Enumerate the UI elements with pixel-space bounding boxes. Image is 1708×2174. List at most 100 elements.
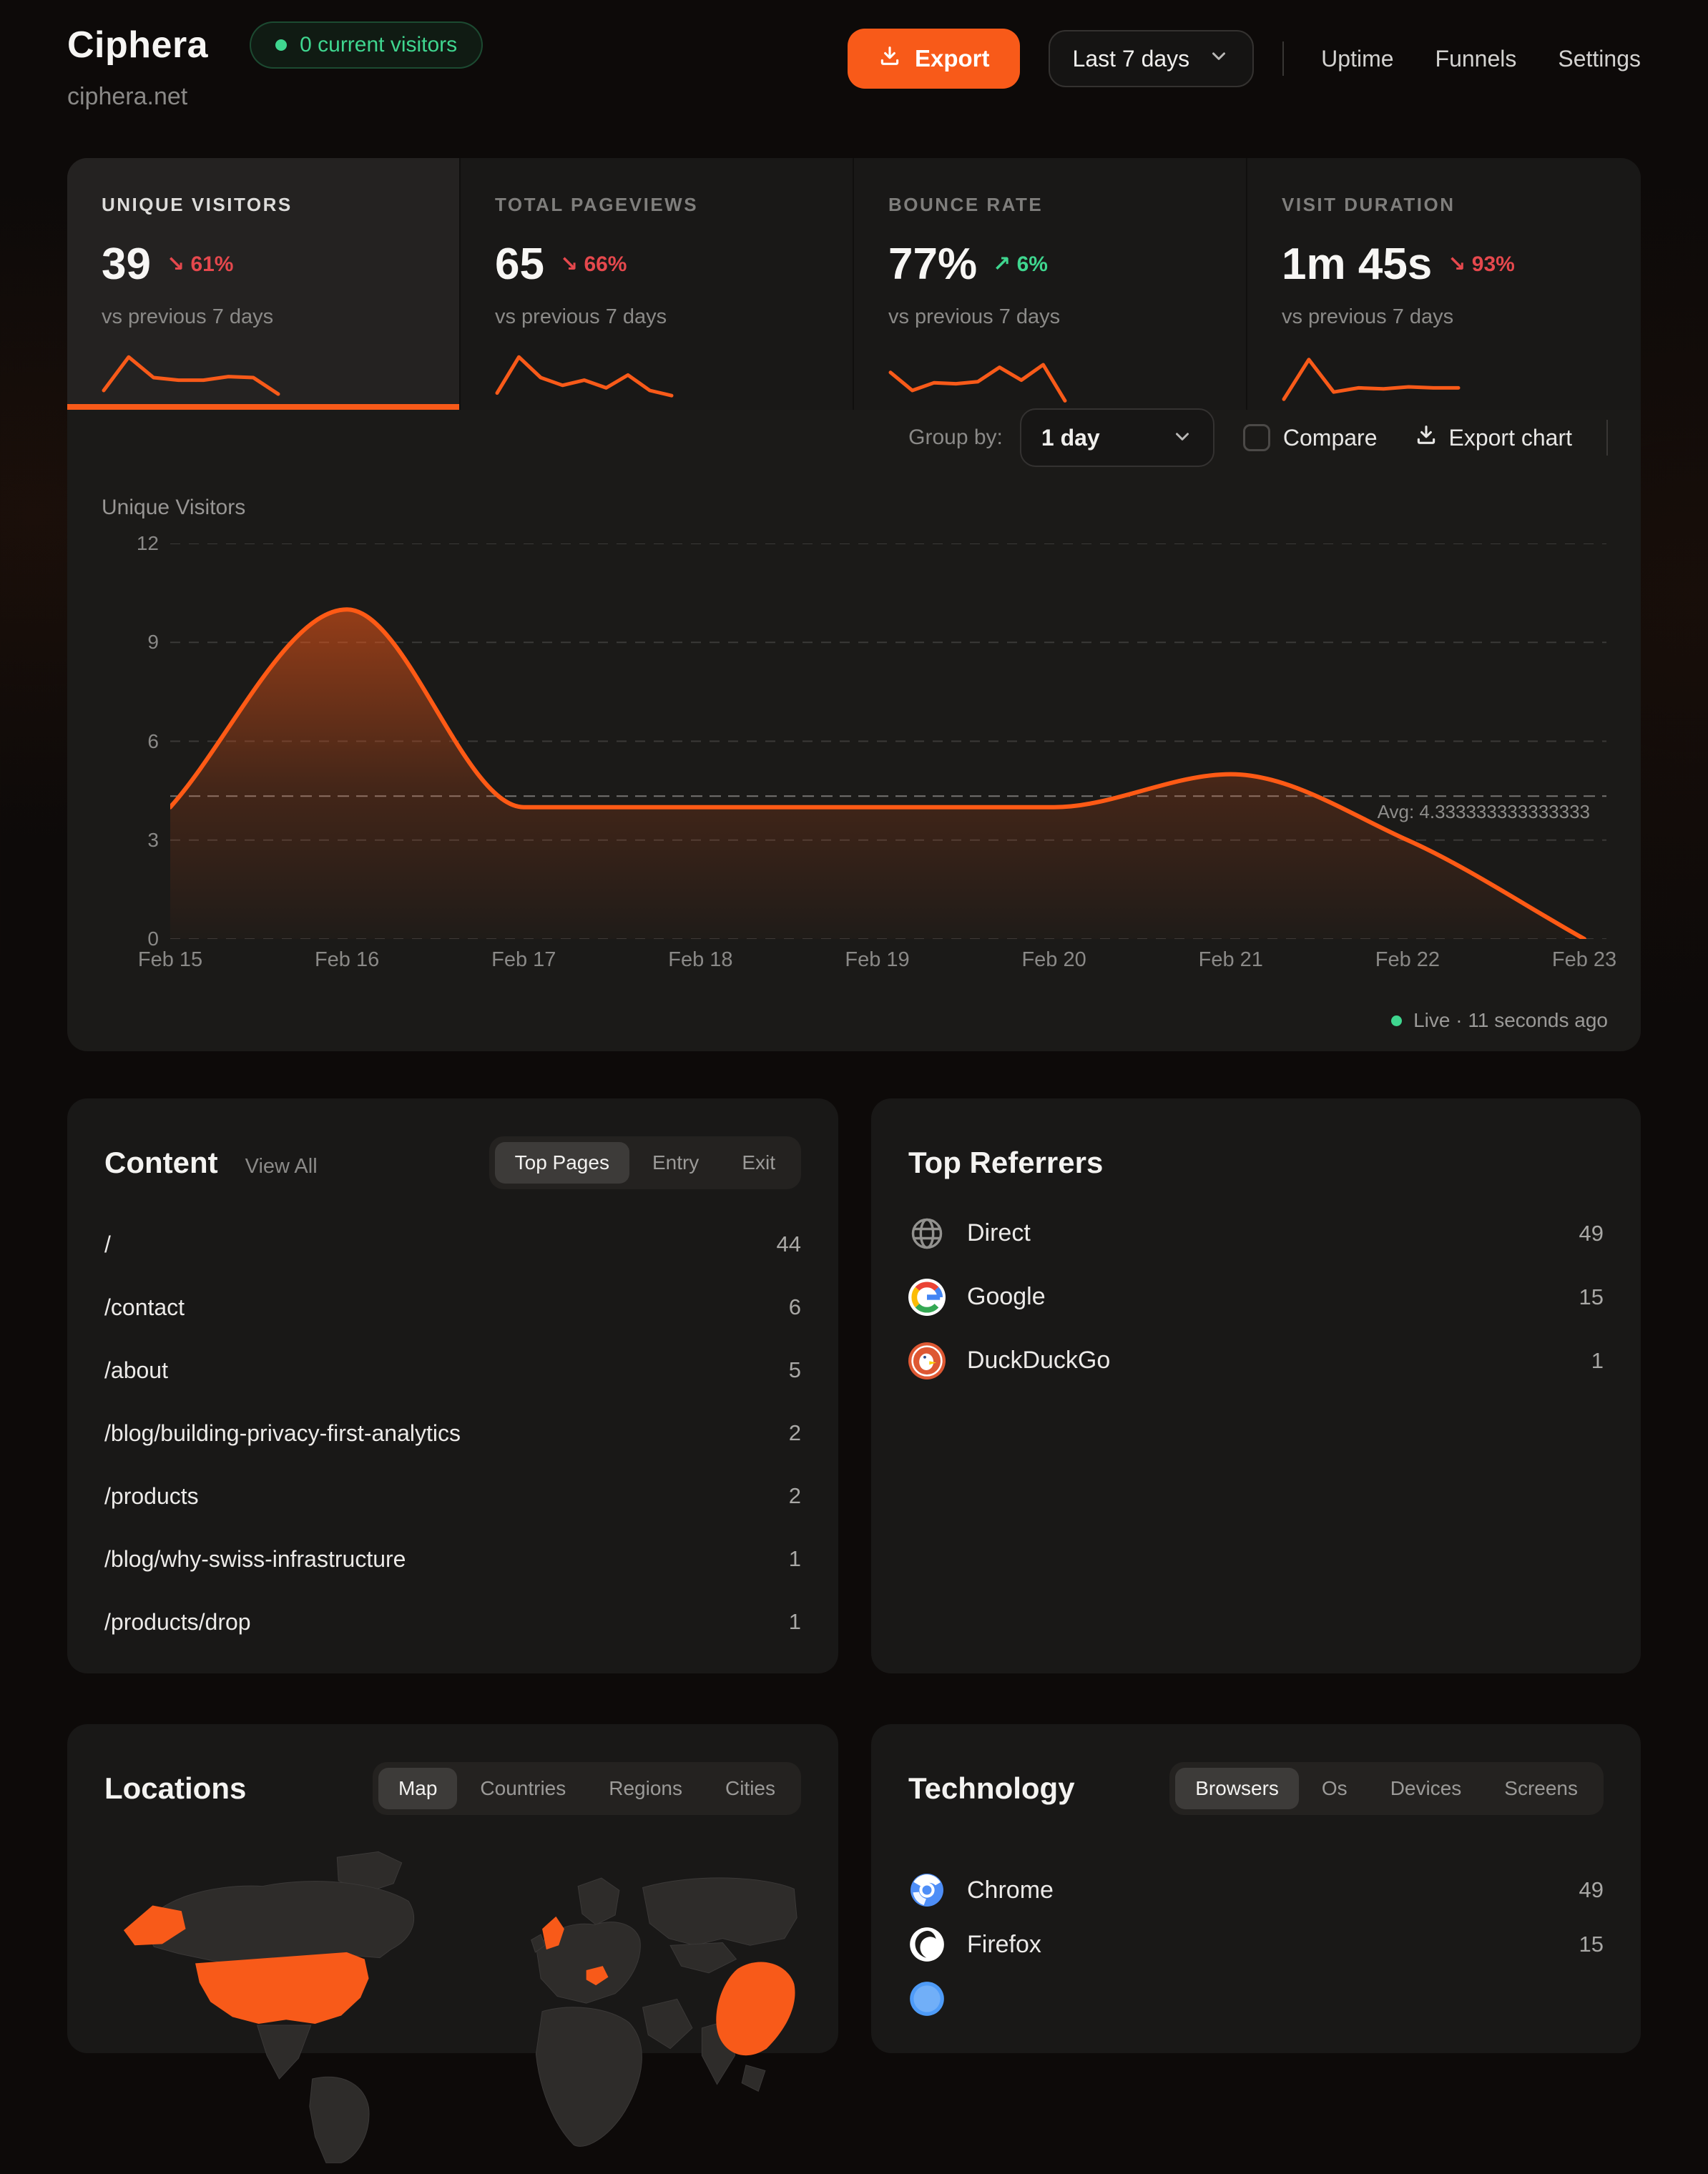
- download-icon: [878, 44, 902, 74]
- table-row[interactable]: /blog/building-privacy-first-analytics2: [104, 1402, 801, 1465]
- row-label: Firefox: [967, 1931, 1041, 1959]
- chrome-icon: [908, 1871, 946, 1909]
- date-range-select[interactable]: Last 7 days: [1049, 30, 1255, 87]
- tab-screens[interactable]: Screens: [1484, 1768, 1598, 1809]
- x-tick-label: Feb 17: [491, 948, 556, 972]
- firefox-icon: [908, 1926, 946, 1963]
- map-russia: [643, 1878, 797, 1945]
- browser-row[interactable]: Firefox15: [908, 1917, 1604, 1972]
- referrer-row[interactable]: DuckDuckGo 1: [908, 1329, 1604, 1392]
- chart-controls: Group by: 1 day Compare Export chart: [908, 408, 1608, 468]
- table-row[interactable]: /blog/why-swiss-infrastructure1: [104, 1528, 801, 1590]
- header-divider: [1282, 41, 1284, 76]
- referrer-rows: Direct49 Google 15 DuckDuckGo 1: [908, 1201, 1604, 1392]
- page-count: 1: [789, 1546, 801, 1572]
- referrer-row[interactable]: Google 15: [908, 1265, 1604, 1329]
- page-count: 6: [789, 1294, 801, 1320]
- top-nav: Uptime Funnels Settings: [1321, 46, 1641, 72]
- tab-exit[interactable]: Exit: [722, 1142, 795, 1184]
- stat-label: BOUNCE RATE: [888, 194, 1224, 216]
- controls-divider: [1606, 420, 1608, 456]
- view-all-link[interactable]: View All: [245, 1155, 318, 1179]
- browser-row[interactable]: [908, 1972, 1604, 2026]
- tab-os[interactable]: Os: [1302, 1768, 1368, 1809]
- locations-tabs: MapCountriesRegionsCities: [373, 1762, 801, 1815]
- table-row[interactable]: /about5: [104, 1339, 801, 1402]
- y-tick-label: 12: [82, 531, 159, 556]
- current-visitors-badge[interactable]: 0 current visitors: [250, 21, 483, 69]
- content-panel: Content View All Top PagesEntryExit /44/…: [67, 1098, 838, 1673]
- row-count: 15: [1579, 1284, 1604, 1310]
- page-count: 44: [777, 1231, 801, 1257]
- nav-link-settings[interactable]: Settings: [1558, 46, 1641, 72]
- tab-entry[interactable]: Entry: [632, 1142, 719, 1184]
- row-left: Chrome: [908, 1871, 1054, 1909]
- visitors-chart[interactable]: [170, 544, 1606, 939]
- page-count: 2: [789, 1483, 801, 1509]
- stat-value-row: 77%↗ 6%: [888, 239, 1224, 290]
- stat-value-row: 39↘ 61%: [102, 239, 438, 290]
- stat-label: UNIQUE VISITORS: [102, 194, 438, 216]
- map-country-china: [716, 1962, 795, 2056]
- stat-comparison-label: vs previous 7 days: [1282, 305, 1619, 329]
- content-rows: / 44/contact6/about5/blog/building-privac…: [104, 1213, 801, 1653]
- content-title: Content: [104, 1146, 218, 1180]
- map-southeast-asia: [742, 2065, 765, 2092]
- stats-row: UNIQUE VISITORS 39↘ 61% vs previous 7 days…: [67, 158, 1641, 367]
- live-status: Live · 11 seconds ago: [1391, 1009, 1608, 1032]
- stat-comparison-label: vs previous 7 days: [888, 305, 1224, 329]
- browser-row[interactable]: Chrome49: [908, 1863, 1604, 1917]
- world-map[interactable]: [104, 1838, 800, 2174]
- technology-tabs: BrowsersOsDevicesScreens: [1169, 1762, 1604, 1815]
- export-chart-button[interactable]: Export chart: [1414, 423, 1572, 453]
- row-label: Google: [967, 1283, 1046, 1311]
- stat-value: 65: [495, 239, 544, 290]
- y-tick-label: 9: [82, 629, 159, 655]
- row-left: Google: [908, 1279, 1046, 1316]
- table-row[interactable]: / 44: [104, 1213, 801, 1276]
- row-left: DuckDuckGo: [908, 1342, 1110, 1379]
- tab-countries[interactable]: Countries: [460, 1768, 586, 1809]
- table-row[interactable]: /contact6: [104, 1276, 801, 1339]
- tab-map[interactable]: Map: [378, 1768, 457, 1809]
- row-left: [908, 1980, 967, 2017]
- table-row[interactable]: /products/drop 1: [104, 1590, 801, 1653]
- chart-series-label: Unique Visitors: [102, 496, 245, 520]
- header: Ciphera 0 current visitors ciphera.net E…: [67, 21, 1641, 111]
- page-count: 1: [789, 1609, 801, 1635]
- x-tick-label: Feb 20: [1021, 948, 1086, 972]
- stat-delta: ↘ 66%: [560, 252, 627, 277]
- tab-top-pages[interactable]: Top Pages: [495, 1142, 629, 1184]
- tab-regions[interactable]: Regions: [589, 1768, 702, 1809]
- page-path: /products/drop: [104, 1609, 251, 1636]
- nav-link-funnels[interactable]: Funnels: [1435, 46, 1517, 72]
- table-row[interactable]: /products2: [104, 1465, 801, 1528]
- x-tick-label: Feb 15: [138, 948, 202, 972]
- compare-checkbox[interactable]: [1243, 424, 1270, 451]
- group-by-value: 1 day: [1041, 425, 1100, 451]
- export-chart-label: Export chart: [1448, 425, 1572, 451]
- tab-browsers[interactable]: Browsers: [1175, 1768, 1299, 1809]
- row-left: Direct: [908, 1215, 1031, 1252]
- group-by-select[interactable]: 1 day: [1020, 408, 1214, 467]
- stat-comparison-label: vs previous 7 days: [102, 305, 438, 329]
- stat-value: 1m 45s: [1282, 239, 1432, 290]
- browser-icon: [908, 1980, 946, 2017]
- map-central-asia: [670, 1942, 736, 1972]
- tab-devices[interactable]: Devices: [1370, 1768, 1482, 1809]
- row-label: DuckDuckGo: [967, 1347, 1110, 1374]
- site-title: Ciphera: [67, 24, 208, 67]
- referrer-row[interactable]: Direct49: [908, 1201, 1604, 1265]
- tab-cities[interactable]: Cities: [705, 1768, 795, 1809]
- x-tick-label: Feb 19: [845, 948, 909, 972]
- technology-title: Technology: [908, 1771, 1075, 1806]
- chevron-down-icon: [1208, 45, 1230, 72]
- row-count: 1: [1591, 1348, 1604, 1374]
- live-dot-icon: [275, 39, 287, 51]
- export-button[interactable]: Export: [848, 29, 1020, 89]
- nav-link-uptime[interactable]: Uptime: [1321, 46, 1393, 72]
- y-tick-label: 6: [82, 729, 159, 754]
- y-tick-label: 3: [82, 827, 159, 853]
- google-icon: [908, 1279, 946, 1316]
- page-path: /: [104, 1231, 111, 1258]
